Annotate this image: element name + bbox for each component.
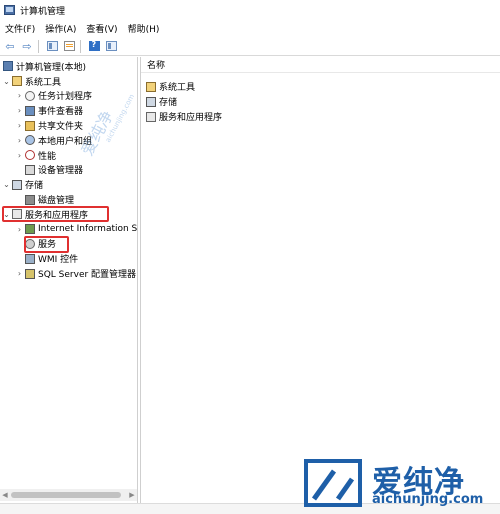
menu-action[interactable]: 操作(A) — [40, 22, 81, 35]
tree-label: 事件查看器 — [38, 107, 84, 118]
chevron-down-icon[interactable]: ⌄ — [2, 77, 11, 86]
list-item[interactable]: 系统工具 — [145, 79, 222, 94]
tree-label: 任务计划程序 — [38, 92, 93, 103]
services-and-applications-icon — [146, 111, 156, 122]
forward-arrow-icon[interactable]: ⇨ — [20, 39, 34, 53]
menu-help[interactable]: 帮助(H) — [123, 22, 165, 35]
tree-label: 设备管理器 — [38, 166, 84, 177]
sql-server-icon — [25, 268, 35, 279]
tree-label: 性能 — [38, 151, 57, 162]
chevron-right-icon[interactable]: › — [15, 269, 24, 278]
chevron-right-icon[interactable]: › — [15, 136, 24, 145]
storage-icon — [12, 179, 22, 190]
tree-label: 存储 — [25, 181, 44, 192]
computer-management-icon — [4, 5, 15, 15]
list-item-label: 存储 — [159, 98, 178, 108]
disk-icon — [25, 194, 35, 205]
list-item[interactable]: 存储 — [145, 94, 222, 109]
toolbar-separator — [38, 39, 39, 53]
column-name-label: 名称 — [147, 61, 166, 71]
storage-icon — [146, 96, 156, 107]
menu-view[interactable]: 查看(V) — [81, 22, 122, 35]
watermark-corner: 爱纯净 aichunjing.com — [300, 455, 500, 513]
tree-label: Internet Information S — [38, 224, 138, 235]
tree-item-root[interactable]: 计算机管理(本地) — [0, 59, 137, 74]
tree-item-sql-server[interactable]: › SQL Server 配置管理器 — [0, 266, 137, 281]
back-arrow-icon[interactable]: ⇦ — [3, 39, 17, 53]
toolbar-separator — [80, 39, 81, 53]
tree-label: WMI 控件 — [38, 255, 79, 266]
tree-item-system-tools[interactable]: ⌄ 系统工具 — [0, 74, 137, 89]
tree-label: SQL Server 配置管理器 — [38, 270, 137, 281]
tree-label: 系统工具 — [25, 77, 62, 88]
tree-item-local-users[interactable]: › 本地用户和组 — [0, 133, 137, 148]
tools-icon — [146, 81, 156, 92]
highlight-services — [24, 236, 69, 253]
help-button[interactable] — [87, 39, 101, 53]
tree-item-device-manager[interactable]: 设备管理器 — [0, 163, 137, 178]
scroll-left-icon[interactable]: ◀ — [0, 491, 10, 499]
performance-icon — [25, 150, 35, 161]
highlight-services-and-applications — [2, 206, 109, 222]
horizontal-scrollbar[interactable]: ◀ ▶ — [0, 489, 137, 501]
details-list: 系统工具 存储 服务和应用程序 — [145, 79, 222, 124]
show-hide-tree-button[interactable] — [45, 39, 59, 53]
list-item-label: 服务和应用程序 — [159, 113, 223, 123]
tools-icon — [12, 76, 22, 87]
watermark-url: aichunjing.com — [372, 492, 484, 507]
iis-icon — [25, 224, 35, 235]
list-item-label: 系统工具 — [159, 83, 196, 93]
menu-file[interactable]: 文件(F) — [0, 22, 40, 35]
details-pane: 名称 系统工具 存储 服务和应用程序 — [140, 57, 500, 503]
tree-item-storage[interactable]: ⌄ 存储 — [0, 177, 137, 192]
export-list-icon — [63, 41, 75, 51]
window-title: 计算机管理 — [20, 6, 66, 17]
watermark-logo-icon — [304, 459, 362, 507]
shared-folder-icon — [25, 120, 35, 131]
tree-label: 共享文件夹 — [38, 122, 84, 133]
show-hide-tree-icon — [46, 41, 58, 51]
tree-item-iis[interactable]: › Internet Information S — [0, 222, 137, 237]
device-manager-icon — [25, 164, 35, 175]
event-viewer-icon — [25, 105, 35, 116]
properties-icon — [105, 41, 117, 51]
computer-icon — [3, 61, 13, 72]
list-item[interactable]: 服务和应用程序 — [145, 109, 222, 124]
tree-item-wmi[interactable]: WMI 控件 — [0, 251, 137, 266]
tree-item-task-scheduler[interactable]: › 任务计划程序 — [0, 89, 137, 104]
properties-button[interactable] — [104, 39, 118, 53]
chevron-right-icon[interactable]: › — [15, 106, 24, 115]
clock-icon — [25, 90, 35, 101]
wmi-icon — [25, 253, 35, 264]
tree-item-performance[interactable]: › 性能 — [0, 148, 137, 163]
scrollbar-thumb[interactable] — [11, 492, 121, 498]
scroll-right-icon[interactable]: ▶ — [127, 491, 137, 499]
tree-label: 计算机管理(本地) — [16, 62, 87, 73]
chevron-right-icon[interactable]: › — [15, 225, 24, 234]
menu-bar: 文件(F) 操作(A) 查看(V) 帮助(H) — [0, 20, 500, 36]
export-list-button[interactable] — [62, 39, 76, 53]
users-icon — [25, 135, 35, 146]
toolbar: ⇦ ⇨ — [0, 37, 500, 56]
chevron-right-icon[interactable]: › — [15, 121, 24, 130]
help-icon — [88, 41, 100, 51]
chevron-right-icon[interactable]: › — [15, 91, 24, 100]
title-bar: 计算机管理 — [0, 0, 500, 20]
column-header-name[interactable]: 名称 — [141, 57, 500, 73]
chevron-down-icon[interactable]: ⌄ — [2, 180, 11, 189]
chevron-right-icon[interactable]: › — [15, 151, 24, 160]
tree-label: 磁盘管理 — [38, 196, 75, 207]
tree-item-disk-management[interactable]: 磁盘管理 — [0, 192, 137, 207]
